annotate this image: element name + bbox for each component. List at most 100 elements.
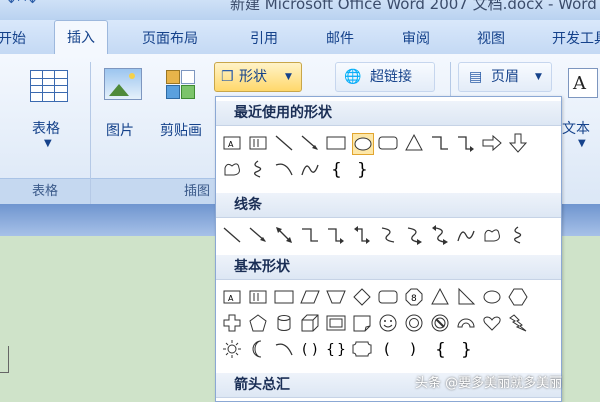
curved-arrow-connector-shape-icon[interactable] bbox=[404, 225, 424, 245]
heart-shape-icon[interactable] bbox=[482, 313, 502, 333]
donut-shape-icon[interactable] bbox=[404, 313, 424, 333]
folded-corner-shape-icon[interactable] bbox=[352, 313, 372, 333]
right-arrow-shape-icon[interactable] bbox=[482, 133, 502, 153]
title-bar: ↶ ↷ 新建 Microsoft Office Word 2007 文档.doc… bbox=[0, 0, 600, 20]
tab-insert[interactable]: 插入 bbox=[54, 20, 108, 55]
smiley-face-shape-icon[interactable] bbox=[378, 313, 398, 333]
double-bracket-shape-icon[interactable]: () bbox=[300, 339, 320, 359]
vertical-textbox-shape-icon[interactable] bbox=[248, 133, 268, 153]
trapezoid-shape-icon[interactable] bbox=[326, 287, 346, 307]
textbox-button[interactable]: A 文本 ▼ bbox=[562, 66, 600, 166]
lightning-bolt-shape-icon[interactable] bbox=[508, 313, 528, 333]
svg-text:A: A bbox=[228, 140, 234, 149]
block-arc-shape-icon[interactable] bbox=[456, 313, 476, 333]
curve-shape-icon[interactable] bbox=[456, 225, 476, 245]
arrow-line-shape-icon[interactable] bbox=[248, 225, 268, 245]
tab-references[interactable]: 引用 bbox=[250, 28, 278, 48]
right-brace-shape-icon[interactable]: } bbox=[352, 159, 372, 180]
header-label: 页眉 bbox=[491, 69, 519, 85]
textbox-shape-icon[interactable]: A bbox=[222, 133, 242, 153]
right-bracket-shape-icon[interactable]: ) bbox=[404, 339, 424, 359]
cube-shape-icon[interactable] bbox=[300, 313, 320, 333]
scribble-shape-icon[interactable] bbox=[248, 159, 268, 179]
arrow-line-shape-icon[interactable] bbox=[300, 133, 320, 153]
svg-text:{: { bbox=[326, 342, 335, 358]
scribble-shape-icon[interactable] bbox=[508, 225, 528, 245]
svg-text:(: ( bbox=[302, 342, 307, 358]
right-triangle-shape-icon[interactable] bbox=[456, 287, 476, 307]
chevron-down-icon: ▼ bbox=[578, 138, 586, 149]
rectangle-shape-icon[interactable] bbox=[274, 287, 294, 307]
shapes-dropdown: 最近使用的形状 A { } 线条 基本形状 A 8 () {} () {… bbox=[215, 96, 562, 402]
textbox-icon: A bbox=[568, 68, 598, 98]
chevron-down-icon: ▼ bbox=[44, 138, 52, 149]
double-arrow-line-shape-icon[interactable] bbox=[274, 225, 294, 245]
vertical-textbox-shape-icon[interactable] bbox=[248, 287, 268, 307]
picture-button[interactable]: 图片 bbox=[100, 66, 150, 146]
right-brace-shape-icon[interactable]: } bbox=[456, 339, 476, 360]
elbow-arrow-connector-shape-icon[interactable] bbox=[326, 225, 346, 245]
lines-header: 线条 bbox=[216, 193, 561, 218]
octagon-shape-icon[interactable]: 8 bbox=[404, 287, 424, 307]
sun-shape-icon[interactable] bbox=[222, 339, 242, 359]
clipart-button[interactable]: 剪贴画 bbox=[158, 66, 212, 146]
window-title: 新建 Microsoft Office Word 2007 文档.docx - … bbox=[230, 0, 597, 13]
shapes-button[interactable]: ❒ 形状 ▼ bbox=[214, 62, 302, 92]
down-arrow-shape-icon[interactable] bbox=[508, 133, 528, 153]
elbow-arrow-connector-shape-icon[interactable] bbox=[456, 133, 476, 153]
tab-home[interactable]: 开始 bbox=[0, 28, 26, 48]
tab-view[interactable]: 视图 bbox=[477, 28, 505, 48]
left-bracket-shape-icon[interactable]: ( bbox=[378, 339, 398, 359]
triangle-shape-icon[interactable] bbox=[430, 287, 450, 307]
plaque-shape-icon[interactable] bbox=[352, 339, 372, 359]
elbow-connector-shape-icon[interactable] bbox=[430, 133, 450, 153]
moon-shape-icon[interactable] bbox=[248, 339, 268, 359]
svg-text:}: } bbox=[357, 160, 368, 179]
tab-page-layout[interactable]: 页面布局 bbox=[142, 28, 198, 48]
can-shape-icon[interactable] bbox=[274, 313, 294, 333]
textbox-shape-icon[interactable]: A bbox=[222, 287, 242, 307]
curved-connector-shape-icon[interactable] bbox=[378, 225, 398, 245]
tab-developer[interactable]: 开发工具 bbox=[552, 28, 600, 48]
curve-shape-icon[interactable] bbox=[274, 159, 294, 179]
double-brace-shape-icon[interactable]: {} bbox=[326, 339, 346, 359]
freeform-shape-icon[interactable] bbox=[222, 159, 242, 179]
elbow-connector-shape-icon[interactable] bbox=[300, 225, 320, 245]
rounded-rectangle-shape-icon[interactable] bbox=[378, 287, 398, 307]
triangle-shape-icon[interactable] bbox=[404, 133, 424, 153]
hyperlink-button[interactable]: 🌐 超链接 bbox=[335, 62, 435, 92]
cross-shape-icon[interactable] bbox=[222, 313, 242, 333]
line-shape-icon[interactable] bbox=[274, 133, 294, 153]
table-button[interactable]: 表格 ▼ bbox=[18, 66, 78, 166]
elbow-double-arrow-connector-shape-icon[interactable] bbox=[352, 225, 372, 245]
clipart-icon bbox=[166, 70, 196, 99]
header-button[interactable]: ▤ 页眉 ▼ bbox=[458, 62, 552, 92]
arc-shape-icon[interactable] bbox=[300, 159, 320, 179]
hexagon-shape-icon[interactable] bbox=[508, 287, 528, 307]
tab-mailings[interactable]: 邮件 bbox=[326, 28, 354, 48]
margin-corner-mark bbox=[0, 346, 9, 373]
diamond-shape-icon[interactable] bbox=[352, 287, 372, 307]
freeform-shape-icon[interactable] bbox=[482, 225, 502, 245]
watermark-text: 头条 @要多美丽就多美丽 bbox=[415, 376, 563, 391]
svg-text:}: } bbox=[461, 340, 472, 359]
left-brace-shape-icon[interactable]: { bbox=[326, 159, 346, 180]
table-label: 表格 bbox=[32, 121, 60, 137]
tab-review[interactable]: 审阅 bbox=[402, 28, 430, 48]
line-shape-icon[interactable] bbox=[222, 225, 242, 245]
no-symbol-shape-icon[interactable] bbox=[430, 313, 450, 333]
oval-shape-icon[interactable] bbox=[352, 133, 374, 155]
left-brace-shape-icon[interactable]: { bbox=[430, 339, 450, 360]
pentagon-shape-icon[interactable] bbox=[248, 313, 268, 333]
globe-link-icon: 🌐 bbox=[344, 69, 362, 85]
undo-redo-icon[interactable]: ↶ ↷ bbox=[8, 0, 36, 10]
arc-shape-icon[interactable] bbox=[274, 339, 294, 359]
chevron-down-icon: ▼ bbox=[285, 72, 292, 82]
oval-shape-icon[interactable] bbox=[482, 287, 502, 307]
table-icon bbox=[30, 70, 68, 102]
rounded-rectangle-shape-icon[interactable] bbox=[378, 133, 398, 153]
rectangle-shape-icon[interactable] bbox=[326, 133, 346, 153]
curved-double-arrow-connector-shape-icon[interactable] bbox=[430, 225, 450, 245]
bevel-shape-icon[interactable] bbox=[326, 313, 346, 333]
parallelogram-shape-icon[interactable] bbox=[300, 287, 320, 307]
